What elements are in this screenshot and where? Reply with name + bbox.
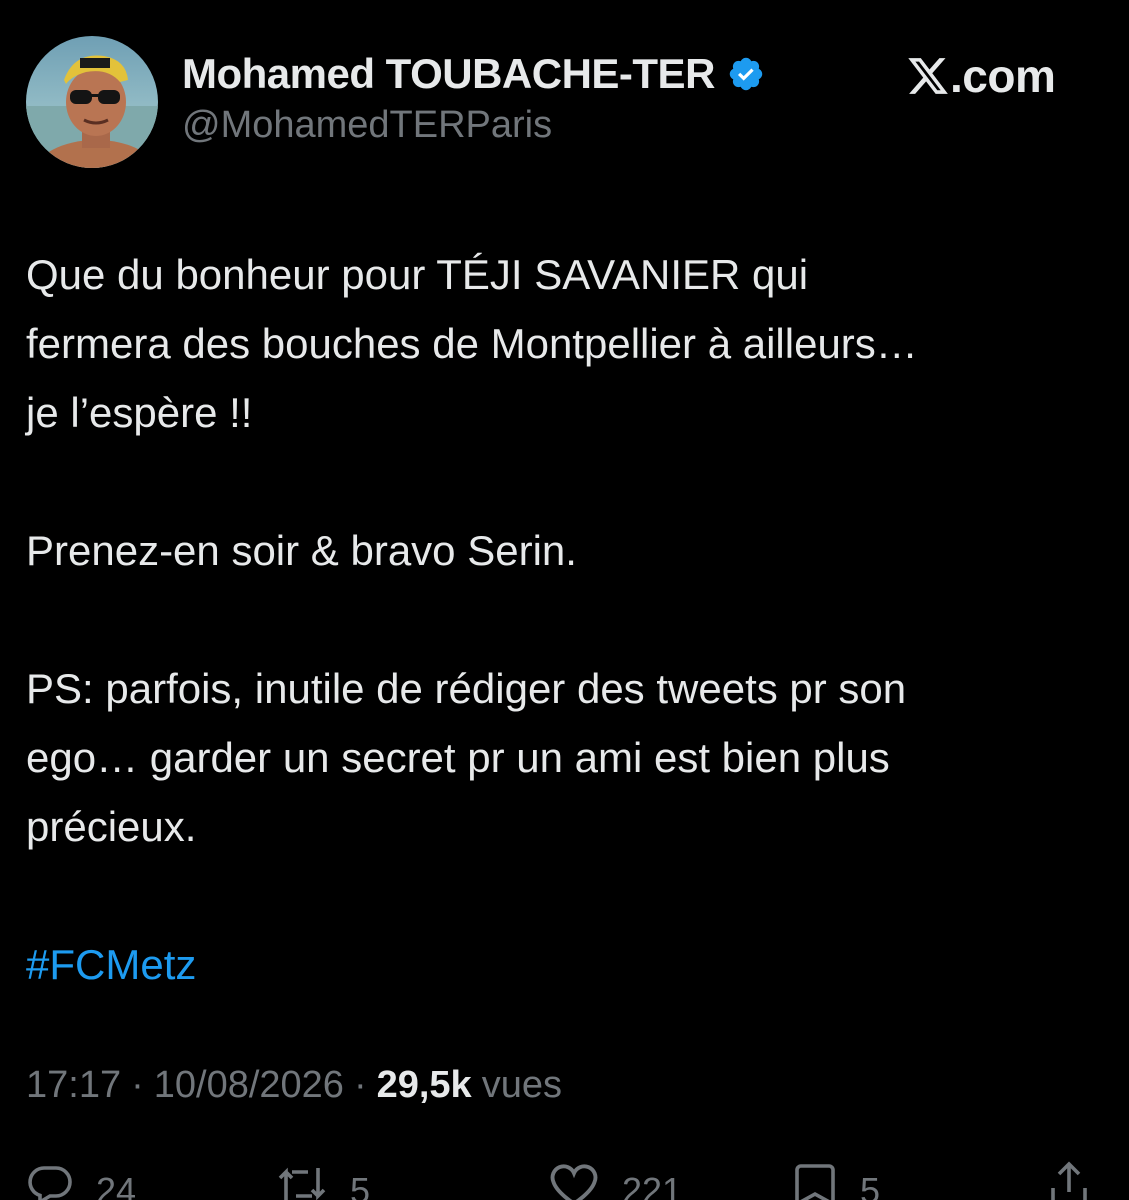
bookmark-count: 5 bbox=[860, 1170, 881, 1200]
share-button[interactable] bbox=[1046, 1160, 1092, 1200]
author-block: Mohamed TOUBACHE-TER @MohamedTERParis bbox=[182, 46, 765, 147]
tweet-line: précieux. bbox=[26, 803, 197, 850]
tweet-screenshot: Mohamed TOUBACHE-TER @MohamedTERParis .c… bbox=[0, 0, 1129, 1200]
tweet-date[interactable]: 10/08/2026 bbox=[154, 1064, 344, 1107]
views-count[interactable]: 29,5k bbox=[377, 1064, 472, 1107]
tweet-paragraph: Que du bonheur pour TÉJI SAVANIER qui fe… bbox=[26, 240, 1106, 447]
tweet-text: Que du bonheur pour TÉJI SAVANIER qui fe… bbox=[26, 240, 1106, 999]
brand-watermark: .com bbox=[906, 44, 1056, 108]
bookmark-icon bbox=[795, 1164, 835, 1200]
tweet-line: Que du bonheur pour TÉJI SAVANIER qui bbox=[26, 251, 809, 298]
tweet-actions-bar: 24 5 221 5 bbox=[0, 1160, 1129, 1200]
heart-icon bbox=[550, 1164, 598, 1200]
tweet-paragraph: Prenez-en soir & bravo Serin. bbox=[26, 516, 1106, 585]
like-count: 221 bbox=[622, 1170, 683, 1200]
x-logo-icon bbox=[906, 54, 950, 98]
tweet-meta: 17:17 · 10/08/2026 · 29,5k vues bbox=[26, 1064, 562, 1107]
tweet-line: je l’espère !! bbox=[26, 389, 253, 436]
share-icon bbox=[1051, 1161, 1087, 1200]
reply-button[interactable]: 24 bbox=[26, 1160, 136, 1200]
repost-button[interactable]: 5 bbox=[276, 1160, 370, 1200]
meta-separator: · bbox=[131, 1064, 144, 1106]
author-display-name[interactable]: Mohamed TOUBACHE-TER bbox=[182, 50, 715, 98]
hashtag-link[interactable]: #FCMetz bbox=[26, 930, 1106, 999]
tweet-line: fermera des bouches de Montpellier à ail… bbox=[26, 320, 918, 367]
tweet-paragraph: PS: parfois, inutile de rédiger des twee… bbox=[26, 654, 1106, 861]
author-avatar[interactable] bbox=[26, 36, 158, 168]
tweet-time[interactable]: 17:17 bbox=[26, 1064, 121, 1107]
tweet-line: ego… garder un secret pr un ami est bien… bbox=[26, 734, 890, 781]
brand-domain-text: .com bbox=[950, 50, 1056, 102]
reply-icon bbox=[28, 1166, 72, 1200]
bookmark-button[interactable]: 5 bbox=[792, 1160, 880, 1200]
avatar-image bbox=[26, 36, 158, 168]
views-label: vues bbox=[481, 1064, 562, 1106]
verified-badge-icon[interactable] bbox=[727, 55, 765, 93]
tweet-line: Prenez-en soir & bravo Serin. bbox=[26, 527, 577, 574]
repost-count: 5 bbox=[350, 1170, 371, 1200]
display-name-row: Mohamed TOUBACHE-TER bbox=[182, 46, 765, 102]
author-handle[interactable]: @MohamedTERParis bbox=[182, 104, 765, 147]
repost-icon bbox=[278, 1167, 326, 1200]
like-button[interactable]: 221 bbox=[548, 1160, 682, 1200]
tweet-line: PS: parfois, inutile de rédiger des twee… bbox=[26, 665, 907, 712]
reply-count: 24 bbox=[96, 1170, 137, 1200]
meta-separator: · bbox=[353, 1064, 367, 1106]
